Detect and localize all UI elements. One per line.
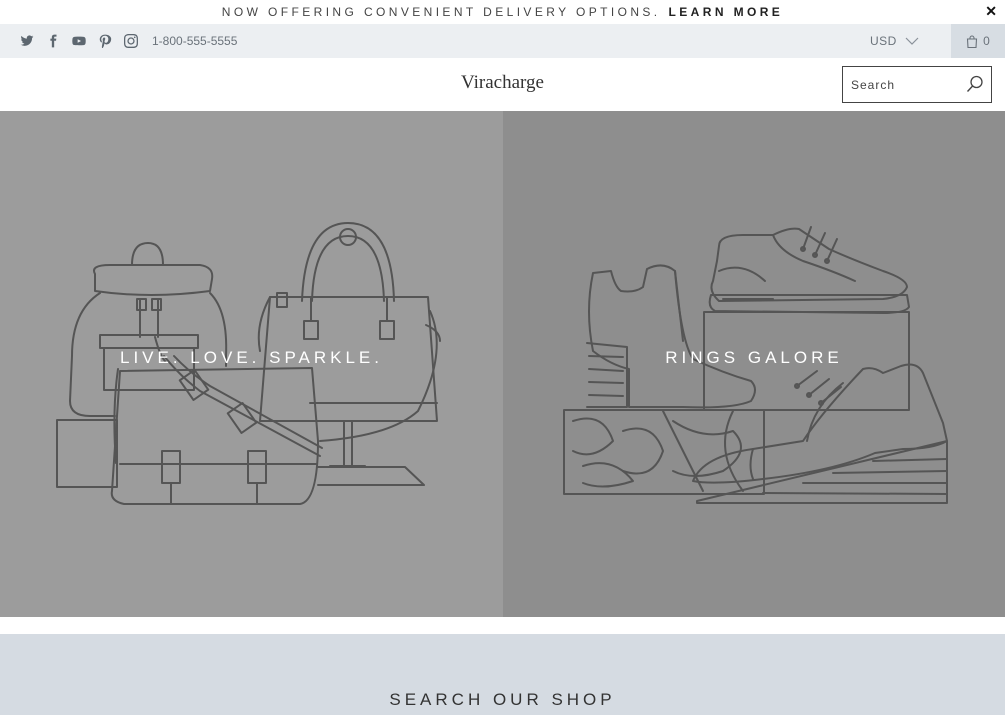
site-header: Viracharge	[0, 58, 1005, 111]
hero-right-title: RINGS GALORE	[665, 348, 843, 367]
social-links	[18, 32, 148, 50]
announcement-bar: NOW OFFERING CONVENIENT DELIVERY OPTIONS…	[0, 0, 1005, 24]
phone-link[interactable]: 1-800-555-5555	[152, 34, 237, 48]
currency-label: USD	[870, 34, 897, 48]
search-input[interactable]	[851, 77, 961, 92]
cart-button[interactable]: 0	[951, 24, 1005, 58]
hero-panel-bags[interactable]: LIVE. LOVE. SPARKLE.	[0, 111, 503, 617]
close-icon[interactable]: ✕	[985, 4, 997, 18]
instagram-icon[interactable]	[122, 32, 140, 50]
announcement-text: NOW OFFERING CONVENIENT DELIVERY OPTIONS…	[221, 5, 661, 19]
search-icon[interactable]	[966, 75, 984, 93]
currency-selector[interactable]: USD	[870, 24, 919, 58]
shopping-bag-icon	[967, 34, 978, 48]
hero-panel-shoes[interactable]: RINGS GALORE	[503, 111, 1005, 617]
hero-left-title: LIVE. LOVE. SPARKLE.	[120, 348, 383, 367]
search-shop-title: SEARCH OUR SHOP	[389, 690, 616, 709]
facebook-icon[interactable]	[44, 32, 62, 50]
search-shop-section: SEARCH OUR SHOP	[0, 634, 1005, 715]
cart-count: 0	[983, 34, 990, 48]
pinterest-icon[interactable]	[96, 32, 114, 50]
utility-bar: 1-800-555-5555 USD 0	[0, 24, 1005, 58]
header-search	[842, 66, 992, 103]
learn-more-link[interactable]: LEARN MORE	[669, 5, 784, 19]
twitter-icon[interactable]	[18, 32, 36, 50]
chevron-down-icon	[905, 37, 919, 45]
section-spacer	[0, 617, 1005, 634]
youtube-icon[interactable]	[70, 32, 88, 50]
